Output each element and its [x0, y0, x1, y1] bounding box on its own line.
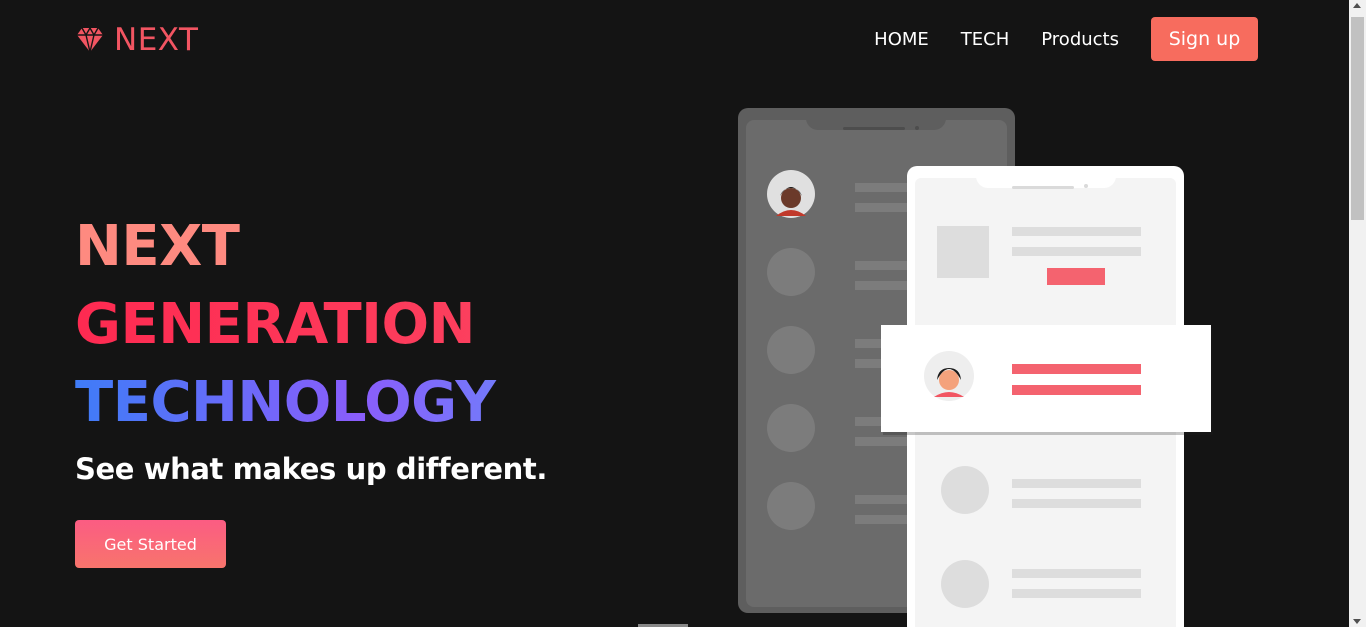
hero-heading-line-1: NEXT: [75, 214, 240, 279]
scrollbar-thumb[interactable]: [1351, 17, 1364, 220]
nav-link-tech[interactable]: TECH: [961, 29, 1009, 50]
nav-link-home[interactable]: HOME: [874, 29, 929, 50]
nav-link-products[interactable]: Products: [1041, 29, 1119, 50]
nav-menu: HOME TECH Products Sign up: [874, 17, 1258, 61]
brand-logo[interactable]: NEXT: [76, 22, 198, 58]
hero-heading-line-2: GENERATION: [75, 286, 547, 364]
scroll-down-arrow-icon[interactable]: [1353, 619, 1361, 624]
top-navbar: NEXT HOME TECH Products Sign up: [0, 0, 1350, 80]
hero-section: NEXT GENERATION TECHNOLOGY See what make…: [75, 208, 547, 568]
get-started-button[interactable]: Get Started: [75, 520, 226, 568]
hero-heading-line-3: TECHNOLOGY: [75, 364, 547, 442]
hero-subtitle: See what makes up different.: [75, 452, 548, 486]
phones-illustration: [738, 108, 1213, 627]
brand-name: NEXT: [114, 22, 199, 58]
diamond-icon: [77, 27, 103, 53]
scroll-up-arrow-icon[interactable]: [1353, 3, 1361, 8]
signup-button[interactable]: Sign up: [1151, 17, 1258, 61]
vertical-scrollbar[interactable]: [1349, 0, 1366, 627]
